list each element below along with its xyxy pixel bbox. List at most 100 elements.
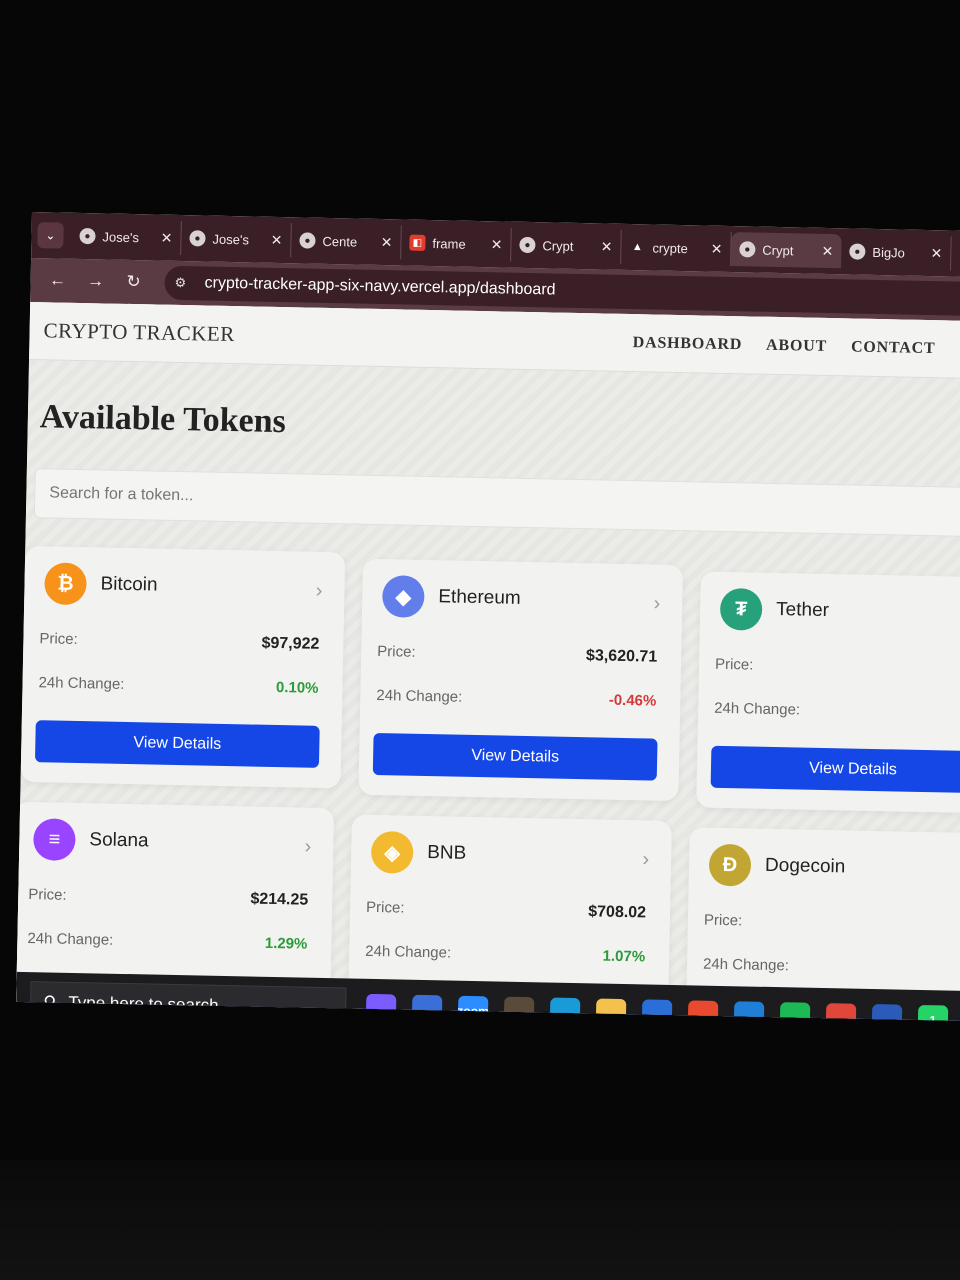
vercel-icon: ▲	[631, 241, 643, 254]
change-label: 24h Change:	[714, 699, 801, 719]
chevron-right-icon[interactable]: ›	[316, 580, 323, 603]
token-header: ◈ BNB	[370, 830, 467, 875]
price-label: Price:	[28, 886, 67, 904]
site-info-icon[interactable]: ⚙	[174, 275, 196, 291]
browser-tab[interactable]: ▲ crypte ✕	[621, 229, 732, 267]
change-row: 24h Change: -0.46%	[376, 687, 656, 710]
tether-icon: ₮	[719, 587, 763, 631]
framer-icon: ◧	[409, 234, 426, 251]
price-label: Price:	[365, 898, 405, 917]
openai-icon: ●	[299, 232, 316, 249]
change-label: 24h Change:	[376, 687, 463, 706]
close-icon[interactable]: ✕	[491, 236, 503, 253]
browser-tab[interactable]: ● BigJo ✕	[841, 234, 952, 271]
whatsapp-icon[interactable]: 1	[917, 1004, 949, 1022]
browser-tab[interactable]: ● Cente ✕	[291, 223, 402, 260]
forward-icon[interactable]: →	[80, 271, 110, 292]
token-price: $97,922	[261, 634, 320, 653]
dogecoin-icon: Ð	[708, 843, 752, 887]
change-row: 24h Change:	[714, 700, 960, 723]
close-icon[interactable]: ✕	[271, 231, 283, 248]
chevron-right-icon[interactable]: ›	[304, 836, 311, 859]
screen: ⌄ ● Jose's ✕ ● Jose's ✕ ● Cente ✕ ◧ frame ✕ ● Crypt ✕ ▲…	[16, 212, 960, 1022]
view-details-button[interactable]: View Details	[34, 720, 320, 768]
tab-label: Crypt	[542, 237, 574, 254]
word-icon[interactable]	[871, 1004, 903, 1022]
chevron-right-icon[interactable]: ›	[653, 593, 660, 616]
token-change: 0.10%	[275, 678, 319, 697]
close-icon[interactable]: ✕	[930, 245, 942, 262]
token-card[interactable]: ₮ Tether › Price: 24h Change: View Detai…	[696, 571, 960, 814]
tab-label: Cente	[322, 233, 358, 250]
tab-label: crypte	[652, 239, 688, 256]
token-header: Ð Dogecoin	[708, 843, 846, 889]
token-name: Dogecoin	[764, 854, 846, 878]
price-label: Price:	[714, 655, 754, 674]
price-row: Price: $708.02	[366, 899, 646, 923]
price-label: Price:	[703, 911, 743, 930]
price-row: Price: $214.25	[28, 886, 308, 910]
tab-search-button[interactable]: ⌄	[37, 222, 64, 249]
token-card[interactable]: ₿ Bitcoin › Price: $97,922 24h Change: 0…	[20, 545, 346, 789]
tab-label: Jose's	[102, 228, 140, 245]
page-title: Available Tokens	[39, 398, 287, 441]
token-name: Ethereum	[438, 586, 521, 609]
view-details-button[interactable]: View Details	[372, 732, 658, 781]
keyboard-area	[0, 1160, 960, 1280]
browser-tab[interactable]: ◧ frame ✕	[401, 225, 512, 262]
change-label: 24h Change:	[365, 942, 452, 962]
bnb-icon: ◈	[370, 830, 414, 874]
change-label: 24h Change:	[702, 955, 790, 975]
token-price: $708.02	[588, 903, 647, 922]
change-label: 24h Change:	[38, 674, 125, 693]
browser-tab[interactable]: ● Jose's ✕	[71, 218, 182, 256]
browser-tab[interactable]: ● Jose's ✕	[181, 221, 292, 258]
back-icon[interactable]: ←	[42, 270, 72, 291]
price-row: Price: $97,922	[39, 630, 319, 654]
token-change: 1.29%	[264, 934, 308, 953]
price-label: Price:	[39, 630, 78, 649]
token-header: ≡ Solana	[32, 818, 149, 862]
token-search-input[interactable]	[33, 468, 960, 537]
token-name: Bitcoin	[100, 573, 158, 596]
close-icon[interactable]: ✕	[601, 238, 613, 255]
browser-tab[interactable]: ● Crypt ✕	[731, 232, 842, 269]
globe-icon: ●	[519, 236, 536, 254]
token-price: $3,620.71	[585, 647, 658, 666]
globe-icon: ●	[739, 241, 756, 258]
tab-label: BigJo	[872, 244, 906, 261]
reload-icon[interactable]: ↻	[118, 272, 148, 293]
token-header: ◆ Ethereum	[381, 575, 521, 620]
token-name: BNB	[427, 842, 467, 864]
nav-dashboard[interactable]: DASHBOARD	[633, 334, 743, 354]
close-icon[interactable]: ✕	[161, 229, 173, 246]
view-details-button[interactable]: View Details	[710, 745, 960, 794]
tab-label: Jose's	[212, 231, 250, 247]
change-row: 24h Change: 1.07%	[365, 943, 645, 966]
tab-label: Crypt	[762, 242, 794, 258]
price-label: Price:	[377, 643, 416, 661]
chevron-right-icon[interactable]: ›	[642, 848, 649, 871]
close-icon[interactable]: ✕	[381, 234, 393, 251]
nav-contact[interactable]: CONTACT	[851, 338, 936, 358]
close-icon[interactable]: ✕	[821, 242, 833, 259]
token-card[interactable]: ◆ Ethereum › Price: $3,620.71 24h Change…	[358, 558, 684, 802]
globe-icon: ●	[79, 227, 96, 245]
price-row: Price: $3,620.71	[377, 643, 657, 667]
price-row: Price:	[715, 656, 960, 679]
token-price: $214.25	[250, 890, 309, 909]
page: CRYPTO TRACKER DASHBOARD ABOUT CONTACT A…	[16, 301, 960, 1022]
nav-about[interactable]: ABOUT	[766, 336, 827, 355]
tab-label: frame	[432, 235, 466, 252]
close-icon[interactable]: ✕	[710, 240, 723, 257]
token-name: Tether	[775, 599, 830, 622]
change-label: 24h Change:	[27, 930, 114, 949]
token-change: -0.46%	[608, 691, 657, 710]
site-brand[interactable]: CRYPTO TRACKER	[43, 318, 235, 347]
token-change: 1.07%	[602, 947, 646, 966]
change-row: 24h Change: 0.10%	[38, 674, 318, 697]
browser-tab[interactable]: ● Crypt ✕	[511, 227, 622, 264]
change-row: 24h Change:	[703, 956, 960, 979]
bitcoin-icon: ₿	[44, 562, 87, 606]
token-header: ₿ Bitcoin	[44, 562, 158, 606]
